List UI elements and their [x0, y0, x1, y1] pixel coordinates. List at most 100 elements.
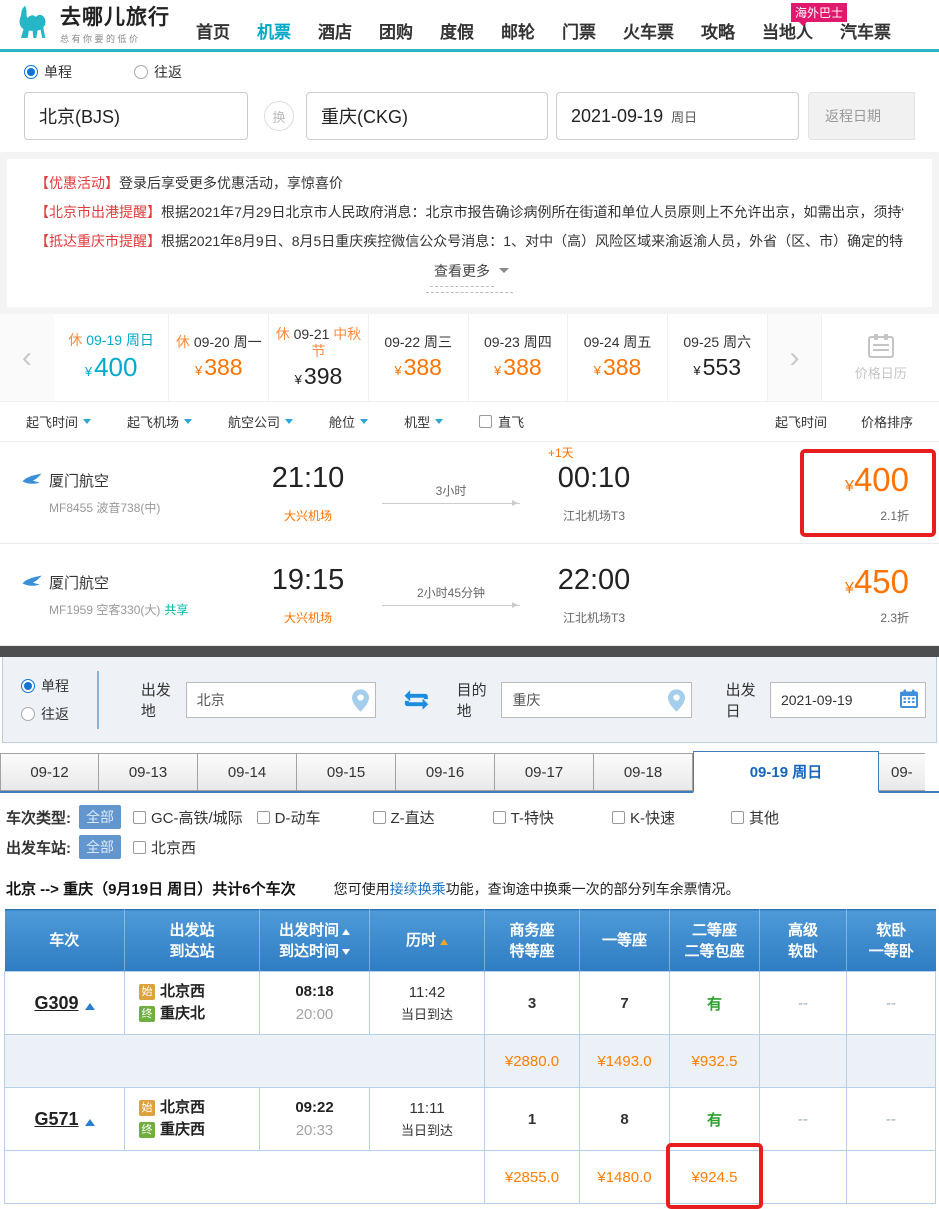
qunar-logo[interactable]: 去哪儿旅行 总有你要的低价: [14, 1, 170, 45]
soft-sleeper-price: [847, 1035, 936, 1088]
station-beijingxi-checkbox[interactable]: [133, 841, 146, 854]
train-no-cell: G309: [5, 972, 125, 1035]
depart-date-input[interactable]: 2021-09-19 周日: [556, 92, 799, 140]
nav-group-buy[interactable]: 团购: [379, 18, 413, 43]
date-tab-0924[interactable]: 09-24 周五 ¥388: [568, 314, 668, 401]
date-tab-0919[interactable]: 休 09-19 周日 ¥400: [54, 314, 170, 401]
train-date-tab-0914[interactable]: 09-14: [198, 753, 297, 791]
show-more-button[interactable]: 查看更多: [426, 261, 513, 293]
train-oneway-radio[interactable]: [21, 679, 35, 693]
oneway-radio-option[interactable]: 单程: [24, 62, 72, 82]
date-tab-0920[interactable]: 休 09-20 周一 ¥388: [169, 314, 269, 401]
train-type-all-button[interactable]: 全部: [79, 805, 121, 829]
filter-depart-time[interactable]: 起飞时间: [26, 412, 91, 431]
arrival-city-input[interactable]: 重庆(CKG): [306, 92, 548, 140]
type-z-option[interactable]: Z-直达: [373, 807, 435, 828]
collapse-arrow-icon[interactable]: [85, 998, 95, 1010]
train-link-g309[interactable]: G309: [34, 993, 78, 1013]
type-t-checkbox[interactable]: [493, 811, 506, 824]
flight-row-mf1959[interactable]: 厦门航空 MF1959 空客330(大)共享 19:15 大兴机场 2小时45分…: [0, 544, 939, 646]
date-tab-0921[interactable]: 休 09-21 中秋节 ¥398: [269, 314, 369, 401]
date-prev-arrow[interactable]: ‹: [0, 314, 54, 401]
price-calendar-button[interactable]: 价格日历: [821, 314, 939, 401]
date-next-arrow[interactable]: ›: [768, 314, 822, 401]
filter-depart-airport[interactable]: 起飞机场: [127, 412, 192, 431]
price-calendar-label: 价格日历: [855, 363, 907, 382]
train-date-tab-0919-selected[interactable]: 09-19 周日: [693, 751, 879, 793]
swap-stations-icon[interactable]: [404, 689, 429, 711]
xiamen-air-logo-icon: [22, 575, 42, 590]
train-oneway-label: 单程: [41, 676, 69, 696]
col-duration-sortable[interactable]: 历时: [370, 910, 485, 972]
train-date-tab-0916[interactable]: 09-16: [396, 753, 495, 791]
train-roundtrip-radio[interactable]: [21, 707, 35, 721]
type-k-checkbox[interactable]: [612, 811, 625, 824]
return-date-input[interactable]: 返程日期: [808, 92, 915, 140]
overseas-bus-badge[interactable]: 海外巴士: [791, 3, 847, 22]
origin-station: 北京西: [160, 1097, 205, 1119]
nav-cruise[interactable]: 邮轮: [501, 18, 535, 43]
oneway-radio[interactable]: [24, 65, 38, 79]
terminal-station: 重庆北: [160, 1003, 205, 1025]
direct-flight-checkbox[interactable]: [479, 415, 492, 428]
train-date-input[interactable]: 2021-09-19: [770, 682, 926, 718]
nav-bus-ticket[interactable]: 汽车票: [840, 18, 891, 43]
train-date-tabs: 09-12 09-13 09-14 09-15 09-16 09-17 09-1…: [0, 751, 939, 793]
roundtrip-radio-option[interactable]: 往返: [134, 62, 182, 82]
train-date-tab-0917[interactable]: 09-17: [495, 753, 594, 791]
date-tab-0925[interactable]: 09-25 周六 ¥553: [668, 314, 768, 401]
nav-flight[interactable]: 机票: [257, 18, 291, 43]
col-stations[interactable]: 出发站到达站: [125, 910, 260, 972]
sort-by-time[interactable]: 起飞时间: [775, 412, 827, 431]
filter-airline[interactable]: 航空公司: [228, 412, 293, 431]
sort-desc-icon: [342, 949, 350, 959]
col-train-no[interactable]: 车次: [5, 910, 125, 972]
train-station-label: 出发车站:: [6, 837, 71, 858]
transfer-link[interactable]: 接续换乘: [390, 881, 446, 897]
type-d-checkbox[interactable]: [257, 811, 270, 824]
sort-by-price[interactable]: 价格排序: [861, 412, 913, 431]
train-link-g571[interactable]: G571: [34, 1109, 78, 1129]
filter-label: 舱位: [329, 412, 355, 431]
tab-price: 388: [603, 354, 641, 380]
type-t-option[interactable]: T-特快: [493, 807, 554, 828]
train-to-field: 目的地 重庆: [457, 679, 692, 721]
type-z-checkbox[interactable]: [373, 811, 386, 824]
train-date-tab-0915[interactable]: 09-15: [297, 753, 396, 791]
col-times-sortable[interactable]: 出发时间到达时间: [260, 910, 370, 972]
departure-city-input[interactable]: 北京(BJS): [24, 92, 248, 140]
type-d-option[interactable]: D-动车: [257, 807, 321, 828]
direct-flight-option[interactable]: 直飞: [479, 412, 524, 431]
nav-home[interactable]: 首页: [196, 18, 230, 43]
type-gc-checkbox[interactable]: [133, 811, 146, 824]
nav-hotel[interactable]: 酒店: [318, 18, 352, 43]
type-other-option[interactable]: 其他: [731, 807, 779, 828]
date-tab-0922[interactable]: 09-22 周三 ¥388: [369, 314, 469, 401]
train-from-input[interactable]: 北京: [186, 682, 376, 718]
type-gc-option[interactable]: GC-高铁/城际: [133, 807, 243, 828]
train-station-all-button[interactable]: 全部: [79, 835, 121, 859]
collapse-arrow-icon[interactable]: [85, 1114, 95, 1126]
train-to-input[interactable]: 重庆: [501, 682, 691, 718]
train-date-tab-0918[interactable]: 09-18: [594, 753, 693, 791]
type-other-checkbox[interactable]: [731, 811, 744, 824]
filter-aircraft[interactable]: 机型: [404, 412, 443, 431]
nav-attraction-ticket[interactable]: 门票: [562, 18, 596, 43]
date-tab-0923[interactable]: 09-23 周四 ¥388: [469, 314, 569, 401]
train-date-tab-0913[interactable]: 09-13: [99, 753, 198, 791]
station-beijingxi-option[interactable]: 北京西: [133, 837, 196, 858]
train-date-tab-next-partial[interactable]: 09-: [879, 753, 925, 791]
filter-cabin[interactable]: 舱位: [329, 412, 368, 431]
flight-price: 400: [854, 461, 909, 498]
swap-cities-button[interactable]: 换: [264, 101, 294, 131]
train-date-tab-0912[interactable]: 09-12: [0, 753, 99, 791]
roundtrip-radio[interactable]: [134, 65, 148, 79]
train-oneway-option[interactable]: 单程: [21, 676, 97, 696]
nav-guide[interactable]: 攻略: [701, 18, 735, 43]
nav-train-ticket[interactable]: 火车票: [623, 18, 674, 43]
flight-row-mf8455[interactable]: 厦门航空 MF8455 波音738(中) 21:10 大兴机场 3小时 +1天 …: [0, 442, 939, 544]
nav-vacation[interactable]: 度假: [440, 18, 474, 43]
train-roundtrip-option[interactable]: 往返: [21, 704, 97, 724]
type-k-option[interactable]: K-快速: [612, 807, 675, 828]
holiday-mark: 休: [68, 332, 82, 348]
